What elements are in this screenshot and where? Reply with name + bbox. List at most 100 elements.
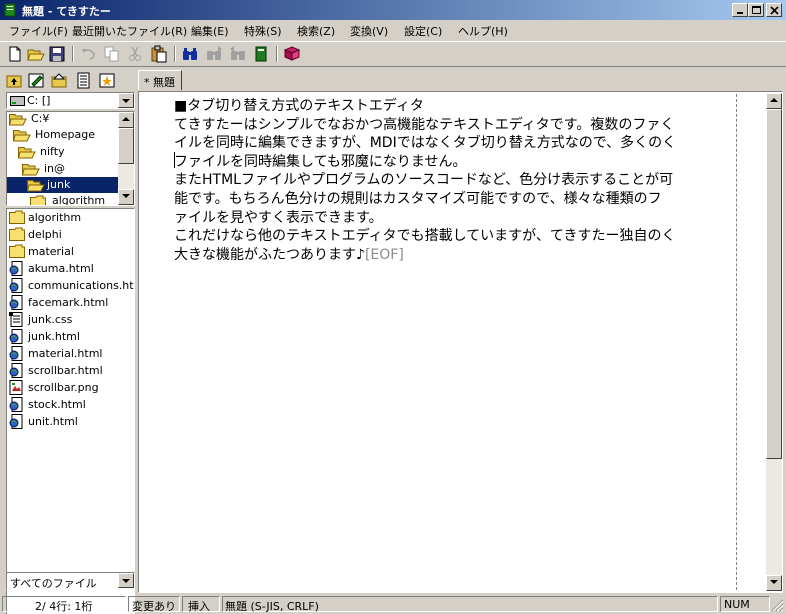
editor-scroll-up-button[interactable] [766,93,782,109]
menu-edit[interactable]: 編集(E) [191,23,229,39]
open-folder-icon [27,49,45,61]
file-browser-toolbar [3,70,136,92]
menu-search[interactable]: 検索(Z) [297,23,335,39]
html-file-icon [9,346,23,361]
bookmark-button[interactable] [252,45,270,63]
tab-strip: * 無題 [137,68,786,92]
editor-line: てきすたーはシンプルでなおかつ高機能なテキストエディタです。複数のファく [174,116,675,133]
editor-scroll-down-button[interactable] [766,575,782,591]
file-list-icon [77,72,90,89]
folder-icon [9,227,25,241]
file-browser-pane: C: [] C:¥ Homepage nifty in@ junk algori… [3,70,136,614]
file-filter-dropdown-button[interactable] [118,573,134,588]
edit-folder-button[interactable] [28,72,45,89]
save-button[interactable] [48,45,66,63]
cut-icon [129,46,141,61]
find-prev-icon [230,46,245,60]
maximize-icon [752,6,761,14]
menu-special[interactable]: 特殊(S) [244,23,282,39]
new-file-button[interactable] [6,45,24,63]
menu-bar: ファイル(F) 最近開いたファイル(R) 編集(E) 特殊(S) 検索(Z) 変… [0,20,786,40]
drive-dropdown-button[interactable] [118,93,134,108]
chevron-down-icon [122,579,130,583]
chevron-down-icon [122,194,130,198]
paste-button[interactable] [150,45,168,63]
edit-folder-icon [28,73,44,88]
text-caret [174,152,175,168]
menu-recent[interactable]: 最近開いたファイル(R) [72,23,187,39]
eof-marker: [EOF] [364,246,404,263]
find-icon [183,48,197,60]
file-filter-value: すべてのファイル [10,577,97,590]
undo-button[interactable] [80,45,98,63]
save-icon [49,46,65,62]
folder-icon [30,195,46,205]
menu-settings[interactable]: 設定(C) [404,23,442,39]
text-file-icon [9,312,23,327]
favorite-button[interactable] [99,72,116,89]
editor-line: ァイルを見やすく表示できます。 [174,209,383,226]
tree-scroll-up-button[interactable] [118,112,134,128]
tree-scrollbar[interactable] [118,112,134,205]
directory-tree[interactable]: C:¥ Homepage nifty in@ junk algorithm [6,111,135,206]
drive-icon [10,96,25,106]
editor-scroll-thumb[interactable] [766,109,782,459]
close-button[interactable] [766,3,782,17]
drive-select[interactable]: C: [] [6,92,135,109]
home-folder-button[interactable] [51,72,68,89]
html-file-icon [9,363,23,378]
app-icon [4,3,16,17]
file-list[interactable]: algorithm delphi material akuma.html com… [6,208,135,614]
editor-scrollbar[interactable] [766,93,782,591]
tab-label: * 無題 [144,76,175,89]
editor-line: 大きな機能がふたつあります♪ [174,246,365,263]
tree-scroll-down-button[interactable] [118,189,134,205]
editor-line: ■タブ切り替え方式のテキストエディタ [174,98,424,114]
menu-help[interactable]: ヘルプ(H) [458,23,508,39]
copy-button[interactable] [103,45,121,63]
close-icon [770,6,779,15]
open-folder-icon [22,164,40,176]
toolbar-separator [72,46,74,62]
chevron-up-icon [770,98,778,102]
menu-convert[interactable]: 変換(V) [350,23,388,39]
file-filter-select[interactable]: すべてのファイル [6,572,135,590]
window-title: 無題 - てきすたー [22,5,111,18]
editor-line: またHTMLファイルやプログラムのソースコードなど、色分け表示することが可 [174,172,674,189]
wrap-guide-line [736,94,737,590]
cut-button[interactable] [126,45,144,63]
find-prev-button[interactable] [229,45,247,63]
html-file-icon [9,295,23,310]
minimize-button[interactable] [732,3,748,17]
editor-line-last: 大きな機能がふたつあります♪[EOF] [174,246,736,265]
star-icon [99,73,115,88]
minimize-icon [737,12,743,14]
text-editor[interactable]: ■タブ切り替え方式のテキストエディタ てきすたーはシンプルでなおかつ高機能なテキ… [138,91,783,593]
tree-item-junk[interactable]: junk [7,177,118,193]
toolbar-separator [174,46,176,62]
status-file-info: 無題 (S-JIS, CRLF) [222,596,718,613]
html-file-icon [9,397,23,412]
open-button[interactable] [27,45,45,63]
open-folder-icon [18,147,36,159]
editor-text-area[interactable]: ■タブ切り替え方式のテキストエディタ てきすたーはシンプルでなおかつ高機能なテキ… [174,97,736,264]
copy-icon [104,46,119,62]
file-list-button[interactable] [75,72,92,89]
title-bar[interactable]: 無題 - てきすたー [0,0,786,20]
tree-scroll-thumb[interactable] [118,128,134,164]
resize-grip-icon[interactable] [771,599,784,612]
maximize-button[interactable] [748,3,764,17]
paste-icon [151,45,167,63]
toolbar-separator [276,46,278,62]
menu-file[interactable]: ファイル(F) [9,23,68,39]
help-button[interactable] [283,45,301,63]
find-button[interactable] [181,45,199,63]
find-next-button[interactable] [205,45,223,63]
parent-folder-button[interactable] [6,72,23,89]
tab-untitled[interactable]: * 無題 [138,70,182,90]
status-cursor-position: 2/ 4行: 1桁 [2,596,126,613]
folder-icon [9,210,25,224]
status-num-lock: NUM [720,596,770,612]
open-folder-icon [9,114,27,126]
undo-icon [82,49,95,60]
